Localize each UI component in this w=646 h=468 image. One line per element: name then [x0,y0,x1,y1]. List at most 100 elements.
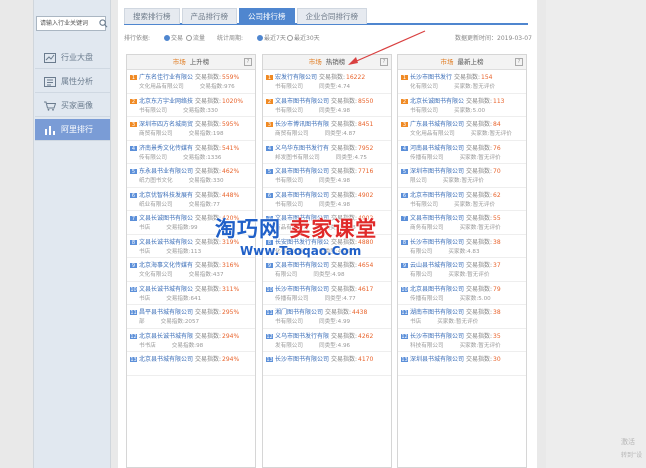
company-name[interactable]: 长沙市图书有限公司 [410,239,464,245]
list-item[interactable]: 3 广东县书城有限公司 交易指数:84 文化用品有限公司 买家数:暂无评价 [398,117,526,141]
list-item[interactable]: 8 长沙市图书有限公司 交易指数:38 有限公司 买家数:4.83 [398,235,526,258]
list-item[interactable]: 2 文县市图书有限公司 交易指数:8550 书有限公司 同类型:4.98 [263,94,391,117]
list-item[interactable]: 2 北京东方宇业网络技 交易指数:1020% 书有限公司 交易指数:330 [127,94,255,117]
company-name[interactable]: 文县长诚书城有限公 [139,239,193,245]
tab-company-ranking[interactable]: 公司排行榜 [239,8,295,24]
help-icon[interactable]: ? [244,58,252,66]
metric-value: 4438 [352,309,368,315]
company-name[interactable]: 文县市图书有限公司 [275,168,329,174]
list-item[interactable]: 7 文县市图书有限公司 交易指数:55 商务有限公司 买家数:暂无评价 [398,211,526,235]
list-item[interactable]: 5 文县市图书有限公司 交易指数:7716 书有限公司 同类型:4.98 [263,164,391,188]
company-name[interactable]: 长沙市图书有限公司 [410,333,464,339]
sidebar-item-attribute[interactable]: 属性分析 [35,71,110,93]
list-item[interactable]: 5 深圳市图书有限公司 交易指数:70 限公司 买家数:暂无评价 [398,164,526,188]
list-item[interactable]: 4 济南景秀文化传媒有 交易指数:541% 传有限公司 交易指数:1336 [127,141,255,164]
sidebar-item-buyer[interactable]: 买家画像 [35,95,110,117]
radio-dot [186,35,192,41]
list-item[interactable]: 12 义乌市图书发行有限 交易指数:4262 发有限公司 同类型:4.96 [263,329,391,352]
list-item[interactable]: 6 北京市图书有限公司 交易指数:62 书有限公司 买家数:暂无评价 [398,188,526,211]
list-item[interactable]: 4 义乌华东图书发行有 交易指数:7952 邦发图书有限公司 同类型:4.75 [263,141,391,164]
list-item[interactable]: 1 长沙市图书发行 交易指数:154 化有限公司 买家数:暂无评价 [398,70,526,94]
list-item[interactable]: 1 广东名佳行业有限公 交易指数:559% 文化用品有限公司 交易指数:976 [127,70,255,94]
search-icon[interactable] [99,19,108,28]
company-name[interactable]: 长沙市图书发行 [410,74,452,80]
list-item[interactable]: 5 东永县书业有限公司 交易指数:462% 纸力图书文化 交易指数:330 [127,164,255,188]
list-item[interactable]: 12 长沙市图书有限公司 交易指数:35 科技有限公司 买家数:暂无评价 [398,329,526,352]
company-name[interactable]: 长沙市图书有限公司 [275,356,329,362]
list-item-main: 10 长沙市图书有限公司 交易指数:4617 [266,284,389,292]
company-name[interactable]: 长沙市图书有限公司 [275,286,329,292]
list-item[interactable]: 6 文县市图书有限公司 交易指数:4902 书有限公司 同类型:4.98 [263,188,391,211]
list-item[interactable]: 13 深圳县书城有限公司 交易指数:30 [398,352,526,376]
company-name[interactable]: 河南县书城有限公司 [410,145,464,151]
company-name[interactable]: 云山县书城有限公司 [410,262,464,268]
radio-traffic[interactable]: 流量 [186,33,205,42]
radio-trade[interactable]: 交易 [164,33,183,42]
company-name[interactable]: 昌平县书城有限公司 [139,309,193,315]
list-item[interactable]: 9 北京海事文化传媒有 交易指数:316% 文化有限公司 交易指数:437 [127,258,255,282]
company-name[interactable]: 深圳市图书有限公司 [410,168,464,174]
company-name[interactable]: 湖南市图书有限公司 [410,309,464,315]
company-name[interactable]: 深圳县书城有限公司 [410,356,464,362]
list-item[interactable]: 9 文县市图书有限公司 交易指数:4654 有限公司 同类型:4.98 [263,258,391,282]
sidebar-item-industry[interactable]: 行业大盘 [35,47,110,69]
company-name[interactable]: 北京县图书有限公司 [410,286,464,292]
company-name[interactable]: 文县市图书有限公司 [410,215,464,221]
search-input[interactable]: 请输入行业关键词 [36,16,106,31]
list-item[interactable]: 13 长沙市图书有限公司 交易指数:4170 [263,352,391,376]
sidebar-item-ranking[interactable]: 阿里排行 [35,119,110,141]
list-item-main: 9 北京海事文化传媒有 交易指数:316% [130,260,253,268]
company-name[interactable]: 文县市图书有限公司 [275,262,329,268]
list-item[interactable]: 12 北京县长诚书城有限 交易指数:294% 书书店 交易指数:98 [127,329,255,352]
company-name[interactable]: 北京市图书有限公司 [410,192,464,198]
company-name[interactable]: 湘门图书有限公司 [275,309,323,315]
list-item[interactable]: 9 云山县书城有限公司 交易指数:37 有限公司 买家数:暂无评价 [398,258,526,282]
company-name[interactable]: 义乌市图书发行有限 [275,333,329,339]
company-name[interactable]: 北京长诚图书有限公 [410,98,464,104]
list-item[interactable]: 11 湘门图书有限公司 交易指数:4438 书有限公司 同类型:4.99 [263,305,391,329]
tab-contract-ranking[interactable]: 企业合同排行榜 [296,8,367,24]
company-name[interactable]: 北京县书城有限公司 [139,356,193,362]
company-name[interactable]: 广东县书城有限公司 [410,121,464,127]
radio-30days[interactable]: 最近30天 [287,33,320,42]
sub-label: 买家数: [453,84,473,90]
list-item-main: 11 湖南市图书有限公司 交易指数:38 [401,307,524,315]
list-item[interactable]: 13 北京县书城有限公司 交易指数:294% [127,352,255,376]
company-name[interactable]: 文县长诚图书有限公 [139,215,193,221]
company-name[interactable]: 东永县书业有限公司 [139,168,193,174]
radio-7days[interactable]: 最近7天 [257,33,286,42]
company-name[interactable]: 宏发行有限公司 [275,74,317,80]
company-subname: 化有限公司 [410,84,438,90]
list-item[interactable]: 11 湖南市图书有限公司 交易指数:38 书店 买家数:暂无评价 [398,305,526,329]
list-item[interactable]: 4 河南县书城有限公司 交易指数:76 传播有限公司 买家数:暂无评价 [398,141,526,164]
tab-search-ranking[interactable]: 搜索排行榜 [124,8,180,24]
list-item[interactable]: 3 深圳市四方名城商贸 交易指数:595% 商贸有限公司 交易指数:198 [127,117,255,141]
tab-product-ranking[interactable]: 产品排行榜 [181,8,237,24]
list-item[interactable]: 10 北京县图书有限公司 交易指数:79 传播有限公司 买家数:5.00 [398,282,526,305]
company-name[interactable]: 济南景秀文化传媒有 [139,145,193,151]
company-name[interactable]: 北京优智科技发展有 [139,192,193,198]
company-name[interactable]: 北京县长诚书城有限 [139,333,193,339]
list-item-main: 3 长沙市博讯图书有限 交易指数:8451 [266,119,389,127]
company-name[interactable]: 文县市图书有限公司 [275,98,329,104]
company-name[interactable]: 文县市图书有限公司 [275,192,329,198]
company-name[interactable]: 深圳市四方名城商贸 [139,121,193,127]
company-name[interactable]: 北京海事文化传媒有 [139,262,193,268]
company-name[interactable]: 北京东方宇业网络技 [139,98,193,104]
list-item-main: 5 文县市图书有限公司 交易指数:7716 [266,166,389,174]
help-icon[interactable]: ? [515,58,523,66]
list-item[interactable]: 10 长沙市图书有限公司 交易指数:4617 传播有限公司 同类型:4.77 [263,282,391,305]
list-item[interactable]: 11 昌平县书城有限公司 交易指数:295% 部交易指数:2057 [127,305,255,329]
company-name[interactable]: 广东名佳行业有限公 [139,74,193,80]
list-item[interactable]: 3 长沙市博讯图书有限 交易指数:8451 商贸有限公司 同类型:4.87 [263,117,391,141]
list-item-sub: 传播有限公司 买家数:暂无评价 [410,153,524,161]
company-name[interactable]: 长沙市博讯图书有限 [275,121,329,127]
list-item[interactable]: 10 文县长诚书城有限公 交易指数:311% 书店 交易指数:641 [127,282,255,305]
list-item[interactable]: 2 北京长诚图书有限公 交易指数:113 书有限公司 买家数:5.00 [398,94,526,117]
list-item[interactable]: 6 北京优智科技发展有 交易指数:448% 纸业有限公司 交易指数:77 [127,188,255,211]
metric-label: 交易指数: [195,121,222,127]
column-title: 上升榜 [189,58,210,66]
list-item[interactable]: 1 宏发行有限公司 交易指数:16222 书有限公司 同类型:4.74 [263,70,391,94]
company-name[interactable]: 文县长诚书城有限公 [139,286,193,292]
company-name[interactable]: 义乌华东图书发行有 [275,145,329,151]
